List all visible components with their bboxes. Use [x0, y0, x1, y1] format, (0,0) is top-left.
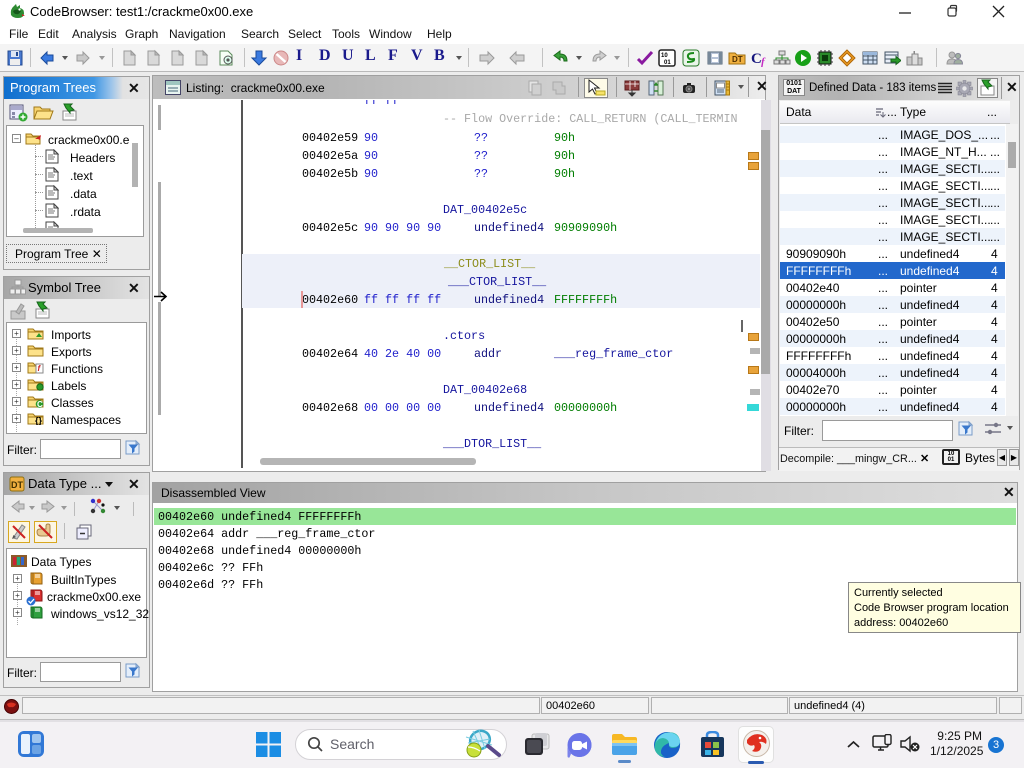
svg-text:10: 10	[661, 53, 668, 59]
svg-text:{}: {}	[35, 416, 43, 426]
svg-text:01: 01	[664, 60, 671, 66]
svg-text:DT: DT	[11, 480, 23, 490]
svg-text:C: C	[37, 400, 43, 408]
svg-text:f: f	[761, 56, 766, 67]
svg-text:DT: DT	[732, 55, 743, 64]
